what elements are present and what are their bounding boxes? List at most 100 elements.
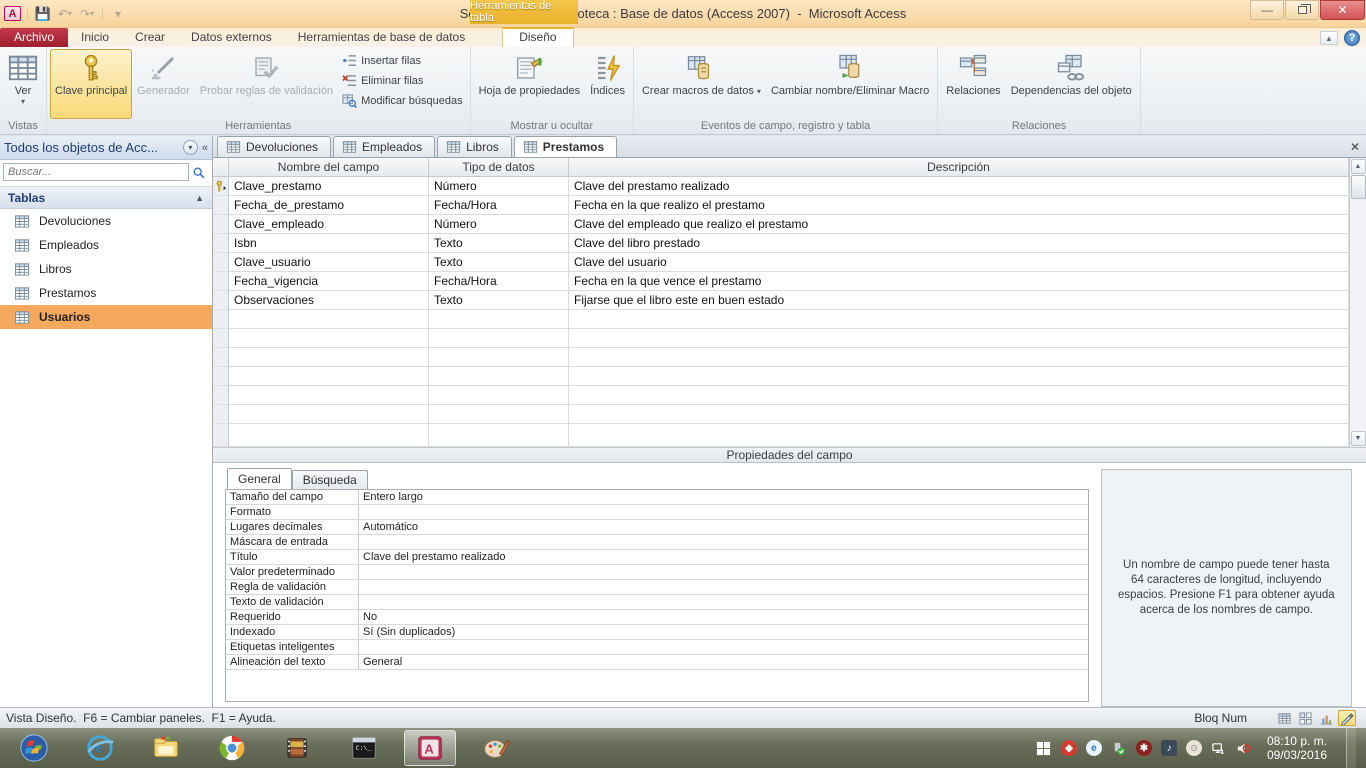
property-row[interactable]: Formato bbox=[226, 505, 1088, 520]
nav-item-usuarios[interactable]: Usuarios bbox=[0, 305, 212, 329]
property-row[interactable]: IndexadoSí (Sin duplicados) bbox=[226, 625, 1088, 640]
field-row[interactable]: Clave_prestamo Número Clave del prestamo… bbox=[213, 177, 1349, 196]
field-row[interactable]: Clave_empleado Número Clave del empleado… bbox=[213, 215, 1349, 234]
tab-busqueda[interactable]: Búsqueda bbox=[292, 470, 368, 489]
empty-field-row[interactable] bbox=[213, 424, 1349, 447]
property-row[interactable]: Tamaño del campoEntero largo bbox=[226, 490, 1088, 505]
nav-item-devoluciones[interactable]: Devoluciones bbox=[0, 209, 212, 233]
property-row[interactable]: RequeridoNo bbox=[226, 610, 1088, 625]
doc-tab-prestamos[interactable]: Prestamos bbox=[514, 136, 617, 157]
empty-field-row[interactable] bbox=[213, 310, 1349, 329]
nav-collapse-icon[interactable]: « bbox=[202, 142, 208, 154]
minimize-button[interactable]: — bbox=[1250, 0, 1284, 20]
field-row[interactable]: Clave_usuario Texto Clave del usuario bbox=[213, 253, 1349, 272]
restore-button[interactable] bbox=[1285, 0, 1319, 20]
tab-archivo[interactable]: Archivo bbox=[0, 28, 68, 47]
row-selector[interactable] bbox=[213, 253, 229, 272]
property-row[interactable]: Texto de validación bbox=[226, 595, 1088, 610]
taskbar-ie-button[interactable]: e bbox=[74, 730, 126, 766]
usb-safely-remove-icon[interactable] bbox=[1111, 740, 1127, 756]
tab-general[interactable]: General bbox=[227, 468, 292, 489]
col-header-tipo[interactable]: Tipo de datos bbox=[429, 158, 569, 177]
redo-icon[interactable]: ↷▾ bbox=[78, 5, 96, 23]
insertar-filas-button[interactable]: Insertar filas bbox=[342, 53, 463, 68]
dependencias-button[interactable]: Dependencias del objeto bbox=[1006, 49, 1137, 119]
close-document-icon[interactable]: ✕ bbox=[1350, 140, 1360, 154]
row-selector[interactable] bbox=[213, 272, 229, 291]
nav-item-libros[interactable]: Libros bbox=[0, 257, 212, 281]
cambiar-nombre-macro-button[interactable]: Cambiar nombre/Eliminar Macro bbox=[766, 49, 934, 119]
empty-field-row[interactable] bbox=[213, 405, 1349, 424]
empty-field-row[interactable] bbox=[213, 386, 1349, 405]
row-selector-key[interactable] bbox=[213, 177, 229, 196]
nav-dropdown-icon[interactable]: ▾ bbox=[183, 140, 198, 155]
messenger-icon[interactable]: ☺ bbox=[1186, 740, 1202, 756]
network-display-icon[interactable] bbox=[1211, 740, 1227, 756]
property-row[interactable]: Lugares decimalesAutomático bbox=[226, 520, 1088, 535]
field-row[interactable]: Fecha_vigencia Fecha/Hora Fecha en la qu… bbox=[213, 272, 1349, 291]
probar-reglas-button[interactable]: Probar reglas de validación bbox=[195, 49, 338, 119]
close-button[interactable]: ✕ bbox=[1320, 0, 1365, 20]
nav-item-prestamos[interactable]: Prestamos bbox=[0, 281, 212, 305]
taskbar-explorer-button[interactable] bbox=[140, 730, 192, 766]
property-row[interactable]: Regla de validación bbox=[226, 580, 1088, 595]
property-row[interactable]: Valor predeterminado bbox=[226, 565, 1088, 580]
nav-pane-header[interactable]: Todos los objetos de Acc... ▾ « bbox=[0, 136, 212, 160]
minimize-ribbon-icon[interactable]: ▲ bbox=[1320, 31, 1338, 45]
modificar-busquedas-button[interactable]: Modificar búsquedas bbox=[342, 93, 463, 108]
scroll-down-icon[interactable]: ▼ bbox=[1351, 431, 1366, 446]
doc-tab-empleados[interactable]: Empleados bbox=[333, 136, 435, 157]
generador-button[interactable]: Generador bbox=[132, 49, 195, 119]
itunes-icon[interactable]: ♪ bbox=[1161, 740, 1177, 756]
ver-button[interactable]: Ver ▾ bbox=[3, 49, 43, 119]
design-view-button[interactable] bbox=[1338, 710, 1356, 726]
crear-macros-button[interactable]: Crear macros de datos ▾ bbox=[637, 49, 766, 119]
taskbar-paint-button[interactable] bbox=[470, 730, 522, 766]
datasheet-view-button[interactable] bbox=[1275, 710, 1293, 726]
search-icon[interactable] bbox=[189, 163, 209, 183]
property-row[interactable]: Máscara de entrada bbox=[226, 535, 1088, 550]
taskbar-moviemaker-button[interactable] bbox=[272, 730, 324, 766]
field-row[interactable]: Fecha_de_prestamo Fecha/Hora Fecha en la… bbox=[213, 196, 1349, 215]
col-header-nombre[interactable]: Nombre del campo bbox=[229, 158, 429, 177]
col-header-descripcion[interactable]: Descripción bbox=[569, 158, 1349, 177]
collapse-section-icon[interactable]: ▲ bbox=[195, 193, 204, 203]
show-desktop-button[interactable] bbox=[1346, 728, 1356, 768]
eliminar-filas-button[interactable]: Eliminar filas bbox=[342, 73, 463, 88]
app-tray-icon[interactable]: ✱ bbox=[1136, 740, 1152, 756]
windows-flag-icon[interactable] bbox=[1036, 740, 1052, 756]
pivottable-view-button[interactable] bbox=[1296, 710, 1314, 726]
undo-icon[interactable]: ↶▾ bbox=[56, 5, 74, 23]
eset-icon[interactable]: e bbox=[1086, 740, 1102, 756]
tab-datos-externos[interactable]: Datos externos bbox=[178, 28, 285, 47]
taskbar-access-button[interactable]: A bbox=[404, 730, 456, 766]
antivirus-shield-icon[interactable]: ◆ bbox=[1061, 740, 1077, 756]
save-icon[interactable]: 💾 bbox=[34, 5, 52, 23]
row-selector[interactable] bbox=[213, 196, 229, 215]
vertical-scrollbar[interactable]: ▲ ▼ bbox=[1349, 158, 1366, 447]
field-row[interactable]: Observaciones Texto Fijarse que el libro… bbox=[213, 291, 1349, 310]
scroll-up-icon[interactable]: ▲ bbox=[1351, 159, 1366, 174]
tab-crear[interactable]: Crear bbox=[122, 28, 178, 47]
property-row[interactable]: Etiquetas inteligentes bbox=[226, 640, 1088, 655]
row-selector[interactable] bbox=[213, 234, 229, 253]
nav-item-empleados[interactable]: Empleados bbox=[0, 233, 212, 257]
empty-field-row[interactable] bbox=[213, 367, 1349, 386]
relaciones-button[interactable]: Relaciones bbox=[941, 49, 1005, 119]
property-row[interactable]: Alineación del textoGeneral bbox=[226, 655, 1088, 670]
pivotchart-view-button[interactable] bbox=[1317, 710, 1335, 726]
row-selector[interactable] bbox=[213, 291, 229, 310]
customize-qat-icon[interactable]: ▾ bbox=[109, 5, 127, 23]
hoja-propiedades-button[interactable]: Hoja de propiedades bbox=[474, 49, 586, 119]
taskbar-chrome-button[interactable] bbox=[206, 730, 258, 766]
clave-principal-button[interactable]: Clave principal bbox=[50, 49, 132, 119]
scrollbar-thumb[interactable] bbox=[1351, 175, 1366, 199]
empty-field-row[interactable] bbox=[213, 329, 1349, 348]
tab-inicio[interactable]: Inicio bbox=[68, 28, 122, 47]
access-app-icon[interactable]: A bbox=[4, 6, 21, 21]
volume-muted-icon[interactable] bbox=[1236, 740, 1252, 756]
doc-tab-libros[interactable]: Libros bbox=[437, 136, 512, 157]
tab-diseno[interactable]: Diseño bbox=[502, 27, 573, 47]
search-input[interactable] bbox=[3, 163, 189, 181]
property-row[interactable]: TítuloClave del prestamo realizado bbox=[226, 550, 1088, 565]
